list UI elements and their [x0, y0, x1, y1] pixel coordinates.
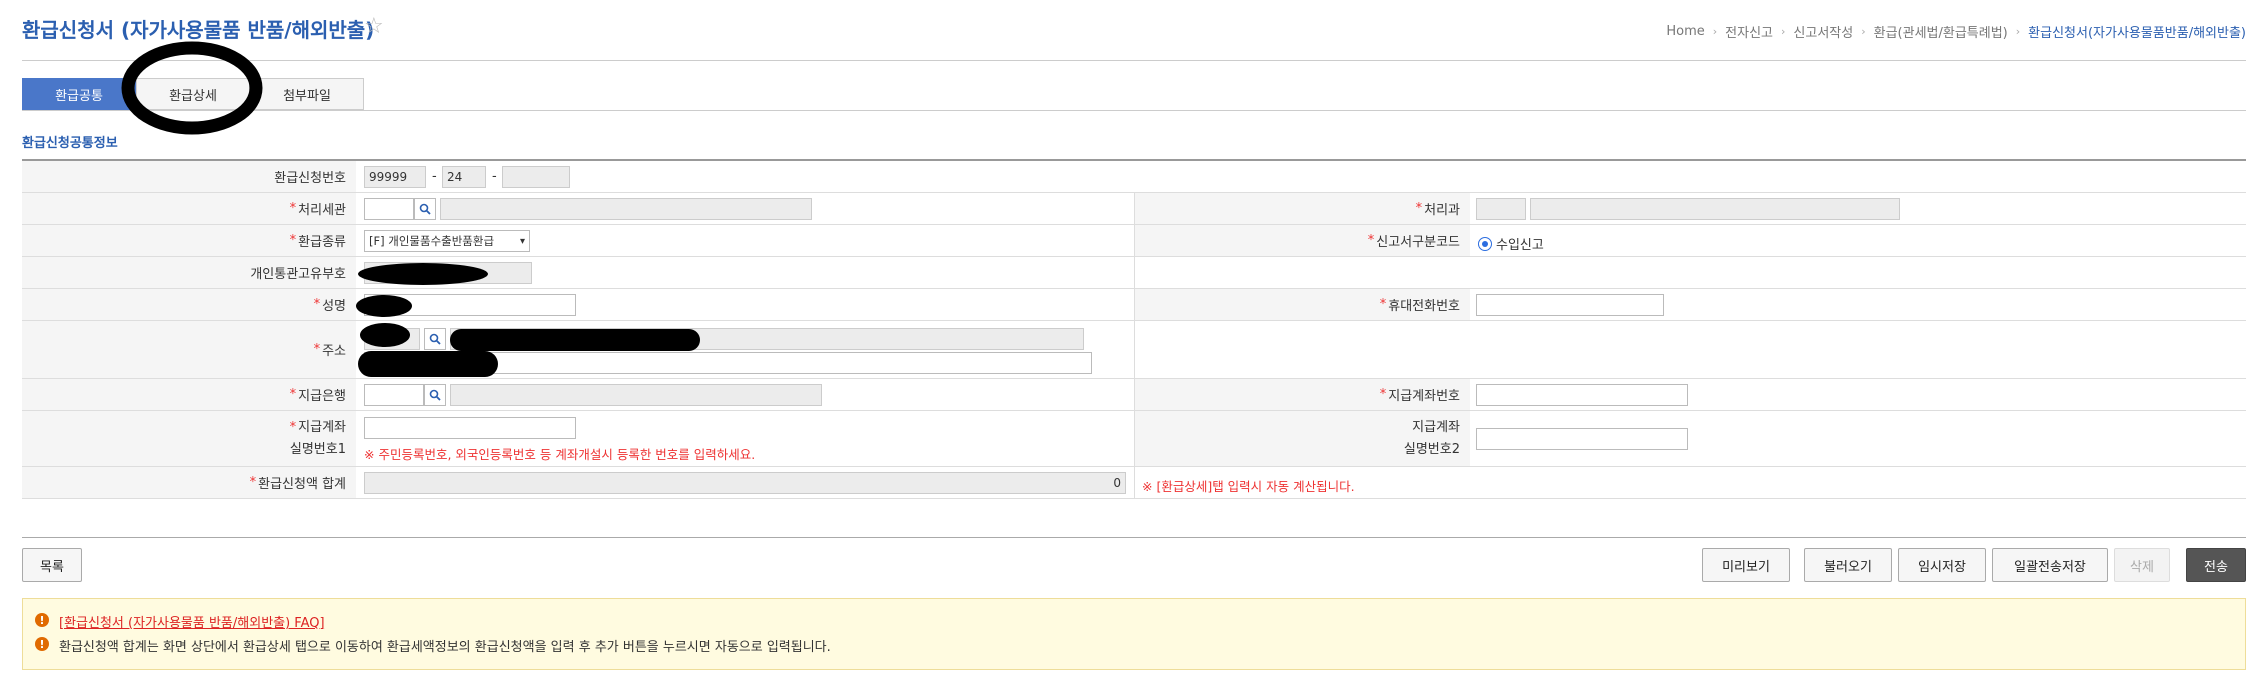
holder1-input[interactable] — [364, 417, 576, 439]
preview-button[interactable]: 미리보기 — [1702, 548, 1790, 582]
batch-save-button[interactable]: 일괄전송저장 — [1992, 548, 2108, 582]
dept-code-input[interactable] — [1476, 198, 1526, 220]
app-no-dash: - — [492, 169, 497, 184]
redaction-mark — [358, 263, 488, 285]
redaction-mark — [360, 323, 410, 347]
app-no-part2-input[interactable]: 24 — [442, 166, 486, 188]
send-button[interactable]: 전송 — [2186, 548, 2246, 582]
scribble-circle-annotation — [121, 41, 263, 135]
redaction-mark — [450, 329, 700, 351]
favorite-star-icon[interactable]: ☆ — [364, 14, 384, 39]
label-name: * 성명 — [22, 289, 356, 320]
form-row-app-no: 환급신청번호 99999 - 24 - — [22, 161, 2246, 193]
notice-box: ! [환급신청서 (자가사용물품 반품/해외반출) FAQ] ! 환급신청액 합… — [22, 598, 2246, 670]
chevron-right-icon: › — [1781, 25, 1786, 38]
bank-code-input[interactable] — [364, 384, 424, 406]
label-dept: * 처리과 — [1134, 193, 1470, 224]
holder1-note: ※ 주민등록번호, 외국인등록번호 등 계좌개설시 등록한 번호를 입력하세요. — [364, 447, 756, 462]
total-amount-input: 0 — [364, 472, 1126, 494]
temp-save-button[interactable]: 임시저장 — [1898, 548, 1986, 582]
breadcrumb-item[interactable]: 환급(관세법/환급특례법) — [1874, 22, 2008, 41]
label-customs: * 처리세관 — [22, 193, 356, 224]
label-app-no: 환급신청번호 — [22, 161, 356, 192]
label-holder2: 지급계좌 실명번호2 — [1134, 411, 1470, 466]
label-holder1: * 지급계좌 실명번호1 — [22, 411, 356, 466]
label-report-type: * 신고서구분코드 — [1134, 225, 1470, 256]
delete-button[interactable]: 삭제 — [2114, 548, 2170, 582]
info-icon: ! — [35, 613, 49, 627]
search-icon[interactable] — [414, 198, 436, 220]
mobile-input[interactable] — [1476, 294, 1664, 316]
label-address: * 주소 — [22, 321, 356, 378]
label-account: * 지급계좌번호 — [1134, 379, 1470, 410]
breadcrumb-current: 환급신청서(자가사용물품반품/해외반출) — [2028, 26, 2246, 41]
label-refund-type: * 환급종류 — [22, 225, 356, 256]
report-type-label: 수입신고 — [1496, 238, 1544, 253]
column-divider — [1134, 193, 1135, 499]
account-input[interactable] — [1476, 384, 1688, 406]
breadcrumb-item[interactable]: 전자신고 — [1725, 22, 1773, 41]
label-bank: * 지급은행 — [22, 379, 356, 410]
tab-divider — [22, 110, 2246, 111]
chevron-right-icon: › — [2015, 25, 2021, 38]
load-button[interactable]: 불러오기 — [1804, 548, 1892, 582]
chevron-right-icon: › — [1861, 25, 1866, 38]
label-pccc: 개인통관고유부호 — [22, 257, 356, 288]
section-title: 환급신청공통정보 — [22, 136, 118, 151]
faq-text: 환급신청액 합계는 화면 상단에서 환급상세 탭으로 이동하여 환급세액정보의 … — [59, 640, 831, 655]
app-no-part1-input[interactable]: 99999 — [364, 166, 426, 188]
search-icon[interactable] — [424, 384, 446, 406]
faq-link[interactable]: [환급신청서 (자가사용물품 반품/해외반출) FAQ] — [59, 612, 325, 631]
app-no-part3-input[interactable] — [502, 166, 570, 188]
app-no-dash: - — [432, 169, 437, 184]
refund-type-select[interactable]: [F] 개인물품수출반품환급 ▾ — [364, 230, 530, 252]
radio-selected-icon[interactable] — [1478, 236, 1492, 251]
breadcrumb-item[interactable]: Home — [1666, 24, 1704, 39]
report-type-radio[interactable]: 수입신고 — [1478, 234, 1544, 253]
total-note: ※ [환급상세]탭 입력시 자동 계산됩니다. — [1142, 479, 1355, 494]
chevron-down-icon: ▾ — [519, 235, 525, 247]
bank-name-input — [450, 384, 822, 406]
redaction-mark — [356, 295, 412, 317]
refund-type-value: [F] 개인물품수출반품환급 — [369, 234, 495, 248]
chevron-right-icon: › — [1712, 25, 1718, 38]
customs-code-input[interactable] — [364, 198, 414, 220]
dept-name-input — [1530, 198, 1900, 220]
redaction-mark — [358, 351, 498, 377]
breadcrumb: Home › 전자신고 › 신고서작성 › 환급(관세법/환급특례법) › 환급신청서(… — [1666, 22, 2246, 41]
list-button[interactable]: 목록 — [22, 548, 82, 582]
label-mobile: * 휴대전화번호 — [1134, 289, 1470, 320]
header-divider — [22, 60, 2246, 61]
label-total: * 환급신청액 합계 — [22, 467, 356, 498]
breadcrumb-item[interactable]: 신고서작성 — [1793, 22, 1853, 41]
search-icon[interactable] — [424, 328, 446, 350]
button-divider — [22, 537, 2246, 538]
holder2-input[interactable] — [1476, 428, 1688, 450]
customs-name-input — [440, 198, 812, 220]
info-icon: ! — [35, 637, 49, 651]
